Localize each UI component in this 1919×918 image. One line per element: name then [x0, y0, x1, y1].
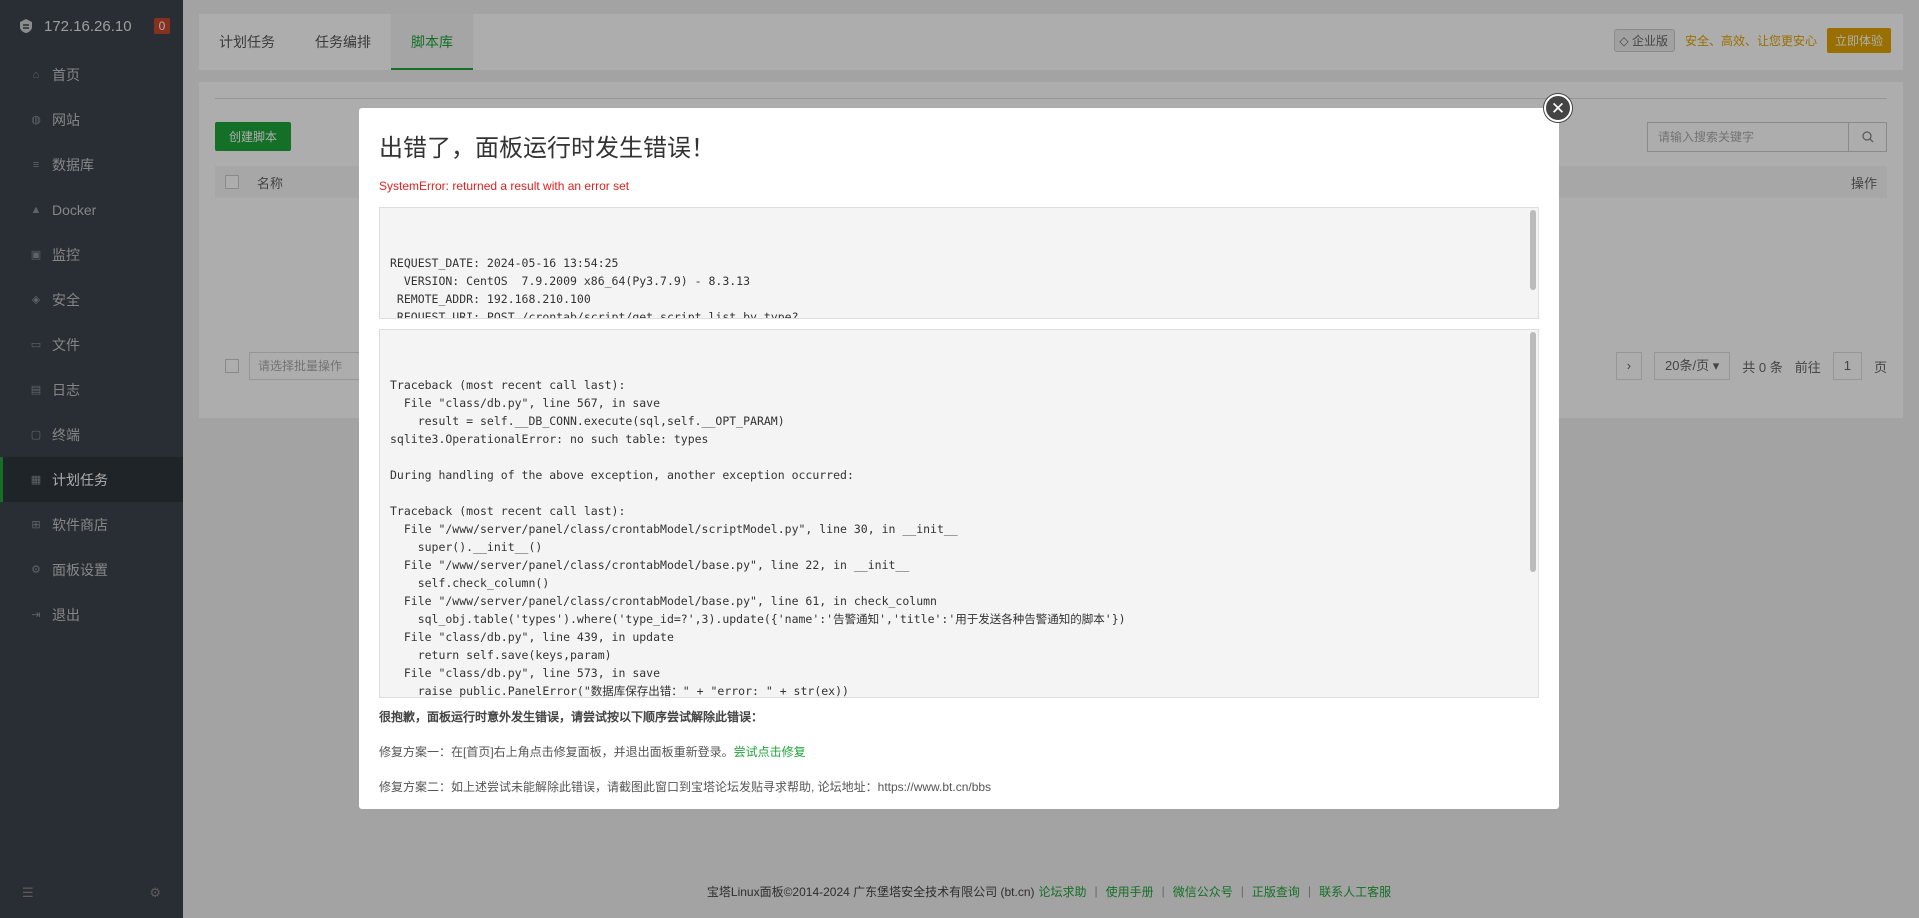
- error-dialog: ✕ 出错了，面板运行时发生错误！ SystemError: returned a…: [359, 94, 1572, 809]
- try-repair-link[interactable]: 尝试点击修复: [734, 745, 806, 759]
- close-icon[interactable]: ✕: [1544, 94, 1572, 122]
- request-info-box[interactable]: REQUEST_DATE: 2024-05-16 13:54:25 VERSIO…: [379, 207, 1539, 319]
- traceback-text: Traceback (most recent call last): File …: [390, 378, 1126, 698]
- request-info-text: REQUEST_DATE: 2024-05-16 13:54:25 VERSIO…: [390, 256, 799, 319]
- sorry-text: 很抱歉，面板运行时意外发生错误，请尝试按以下顺序尝试解除此错误：: [379, 710, 764, 724]
- fix-option-two: 修复方案二：如上述尝试未能解除此错误，请截图此窗口到宝塔论坛发贴寻求帮助, 论坛…: [379, 780, 992, 794]
- error-message: SystemError: returned a result with an e…: [379, 179, 630, 193]
- traceback-scrollbar[interactable]: [1530, 332, 1536, 572]
- request-scrollbar[interactable]: [1530, 210, 1536, 290]
- fix-option-one: 修复方案一：在[首页]右上角点击修复面板，并退出面板重新登录。尝试点击修复: [379, 745, 806, 759]
- dialog-title: 出错了，面板运行时发生错误！: [379, 135, 715, 162]
- traceback-box[interactable]: Traceback (most recent call last): File …: [379, 329, 1539, 698]
